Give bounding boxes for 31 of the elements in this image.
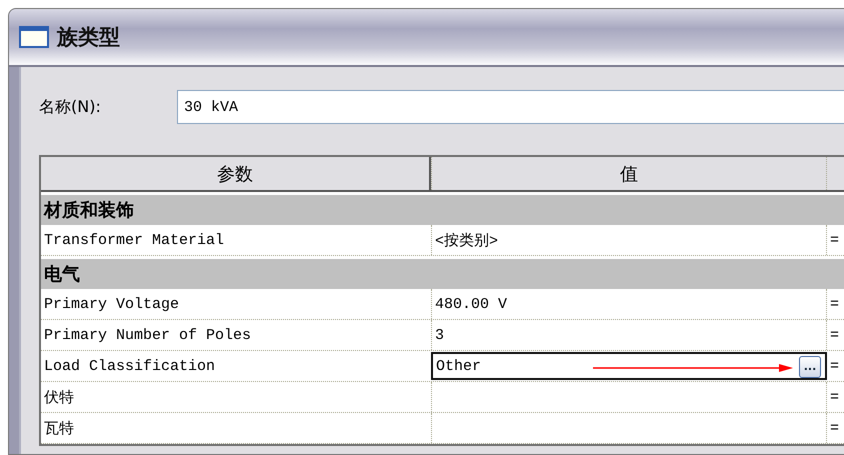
- formula-cell-text: =: [829, 326, 840, 346]
- window-icon: [19, 26, 49, 48]
- value-text: <按类别>: [435, 232, 498, 250]
- formula-cell-text: =: [829, 388, 840, 408]
- value-cell[interactable]: Other ...: [431, 352, 827, 380]
- group-header[interactable]: 材质和装饰: [41, 195, 844, 225]
- browse-button[interactable]: ...: [799, 356, 821, 378]
- column-header[interactable]: 值: [431, 157, 827, 190]
- parameter-cell-text: 伏特: [43, 388, 75, 408]
- parameter-cell-text: Transformer Material: [43, 230, 226, 250]
- name-label: 名称(N):: [39, 96, 102, 118]
- group-header[interactable]: 电气: [41, 259, 844, 289]
- value-text: Other: [436, 358, 482, 374]
- formula-cell-text: =: [829, 230, 840, 250]
- parameter-cell-text: Primary Voltage: [43, 294, 180, 314]
- formula-cell-text: =: [829, 356, 840, 376]
- value-cell[interactable]: <按类别>: [431, 225, 827, 255]
- value-cell[interactable]: 3: [431, 320, 827, 350]
- value-cell[interactable]: [431, 382, 827, 412]
- column-header[interactable]: 参数: [41, 157, 431, 190]
- value-text: 480.00 V: [435, 296, 508, 312]
- window-title: 族类型: [57, 24, 120, 51]
- formula-cell-text: =: [829, 418, 840, 438]
- parameter-cell-text: Primary Number of Poles: [43, 326, 252, 346]
- value-cell[interactable]: 480.00 V: [431, 289, 827, 319]
- name-field[interactable]: 30 kVA: [177, 90, 844, 124]
- value-cell[interactable]: [431, 413, 827, 443]
- value-text: 3: [435, 326, 444, 344]
- parameter-cell-text: Load Classification: [43, 356, 216, 376]
- parameter-cell-text: 瓦特: [43, 420, 75, 440]
- formula-cell-text: =: [829, 294, 840, 314]
